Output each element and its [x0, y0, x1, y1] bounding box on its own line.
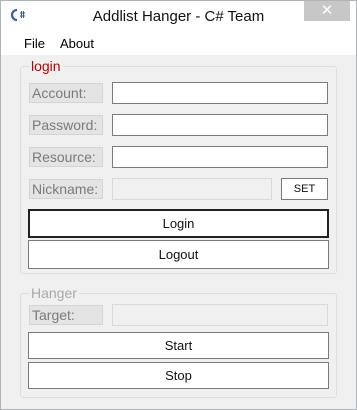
window-title: Addlist Hanger - C# Team — [92, 8, 265, 25]
login-button[interactable]: Login — [28, 209, 329, 238]
menu-bar: File About — [1, 31, 356, 55]
app-window: Addlist Hanger - C# Team ✕ File About lo… — [0, 0, 357, 410]
target-input[interactable] — [112, 304, 328, 326]
logout-button[interactable]: Logout — [28, 240, 329, 269]
target-label: Target: — [29, 305, 103, 325]
menu-about[interactable]: About — [60, 36, 94, 51]
title-bar: Addlist Hanger - C# Team ✕ — [1, 1, 356, 31]
start-button[interactable]: Start — [28, 332, 329, 359]
account-input[interactable] — [112, 82, 328, 104]
resource-label: Resource: — [29, 147, 103, 167]
hanger-group-title: Hanger — [29, 285, 79, 301]
set-nickname-button[interactable]: SET — [281, 178, 328, 200]
password-label: Password: — [29, 115, 103, 135]
stop-button[interactable]: Stop — [28, 362, 329, 389]
resource-input[interactable] — [112, 146, 328, 168]
account-label: Account: — [29, 83, 103, 103]
close-icon: ✕ — [320, 2, 334, 19]
password-input[interactable] — [112, 114, 328, 136]
close-button[interactable]: ✕ — [304, 1, 350, 21]
nickname-input[interactable] — [112, 178, 272, 200]
menu-file[interactable]: File — [24, 36, 45, 51]
nickname-label: Nickname: — [29, 179, 103, 199]
login-group-title: login — [29, 58, 63, 74]
